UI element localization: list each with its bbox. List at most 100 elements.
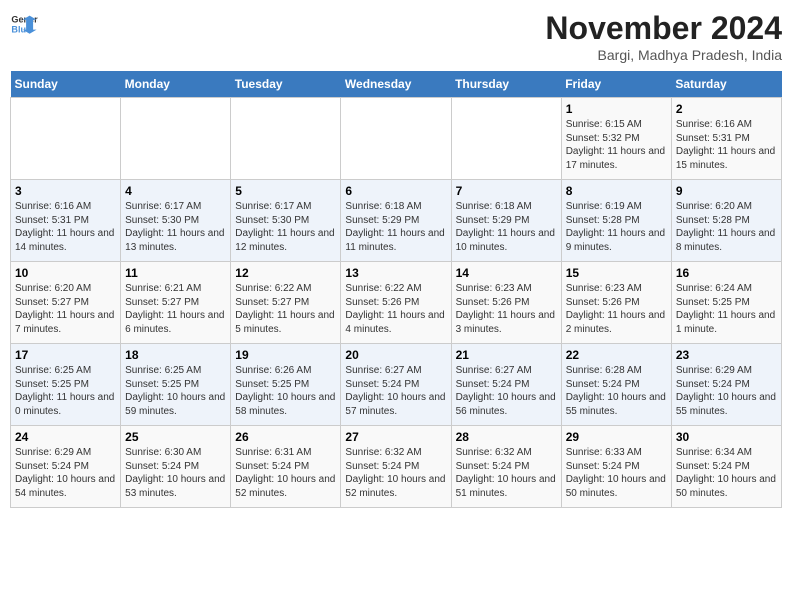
calendar-cell: 12Sunrise: 6:22 AM Sunset: 5:27 PM Dayli… [231,262,341,344]
calendar-cell: 19 Sunrise: 6:26 AM Sunset: 5:25 PM Dayli… [231,344,341,426]
day-number: 25 [125,430,226,444]
day-number: 1 [566,102,667,116]
day-number: 11 [125,266,226,280]
calendar-cell: 26Sunrise: 6:31 AM Sunset: 5:24 PM Dayli… [231,426,341,508]
day-info: Sunrise: 6:20 AM Sunset: 5:27 PM Dayligh… [15,282,116,336]
day-info: Sunrise: 6:24 AM Sunset: 5:25 PM Dayligh… [676,282,777,336]
day-number: 17 [15,348,116,362]
calendar-cell: 21Sunrise: 6:27 AM Sunset: 5:24 PM Dayli… [451,344,561,426]
calendar-cell [121,98,231,180]
day-info: Sunrise: 6:32 AM Sunset: 5:24 PM Dayligh… [345,446,446,500]
day-number: 28 [456,430,557,444]
day-info: Sunrise: 6:28 AM Sunset: 5:24 PM Dayligh… [566,364,667,418]
month-title: November 2024 [545,10,782,47]
day-info: Sunrise: 6:30 AM Sunset: 5:24 PM Dayligh… [125,446,226,500]
calendar-cell: 13 Sunrise: 6:22 AM Sunset: 5:26 PM Dayli… [341,262,451,344]
calendar-cell: 10 Sunrise: 6:20 AM Sunset: 5:27 PM Dayli… [11,262,121,344]
calendar-cell: 14 Sunrise: 6:23 AM Sunset: 5:26 PM Dayli… [451,262,561,344]
day-number: 16 [676,266,777,280]
day-info: Sunrise: 6:27 AM Sunset: 5:24 PM Dayligh… [345,364,446,418]
day-info: Sunrise: 6:16 AM Sunset: 5:31 PM Dayligh… [15,200,116,254]
title-area: November 2024 Bargi, Madhya Pradesh, Ind… [545,10,782,63]
calendar-cell [11,98,121,180]
day-info: Sunrise: 6:17 AM Sunset: 5:30 PM Dayligh… [125,200,226,254]
calendar-week-2: 3 Sunrise: 6:16 AM Sunset: 5:31 PM Daylig… [11,180,782,262]
calendar-cell [451,98,561,180]
day-info: Sunrise: 6:23 AM Sunset: 5:26 PM Dayligh… [566,282,667,336]
day-number: 3 [15,184,116,198]
day-number: 20 [345,348,446,362]
calendar-cell: 18 Sunrise: 6:25 AM Sunset: 5:25 PM Dayli… [121,344,231,426]
day-info: Sunrise: 6:16 AM Sunset: 5:31 PM Dayligh… [676,118,777,172]
calendar-cell: 20 Sunrise: 6:27 AM Sunset: 5:24 PM Dayli… [341,344,451,426]
day-number: 23 [676,348,777,362]
calendar-cell: 6 Sunrise: 6:18 AM Sunset: 5:29 PM Daylig… [341,180,451,262]
day-number: 21 [456,348,557,362]
day-number: 18 [125,348,226,362]
day-number: 15 [566,266,667,280]
day-number: 29 [566,430,667,444]
calendar-cell: 28 Sunrise: 6:32 AM Sunset: 5:24 PM Dayli… [451,426,561,508]
day-number: 6 [345,184,446,198]
calendar-cell: 16 Sunrise: 6:24 AM Sunset: 5:25 PM Dayli… [671,262,781,344]
day-info: Sunrise: 6:22 AM Sunset: 5:26 PM Dayligh… [345,282,446,336]
calendar-cell: 11 Sunrise: 6:21 AM Sunset: 5:27 PM Dayli… [121,262,231,344]
day-info: Sunrise: 6:26 AM Sunset: 5:25 PM Dayligh… [235,364,336,418]
day-info: Sunrise: 6:29 AM Sunset: 5:24 PM Dayligh… [15,446,116,500]
day-info: Sunrise: 6:25 AM Sunset: 5:25 PM Dayligh… [15,364,116,418]
calendar-cell [341,98,451,180]
calendar-cell: 5 Sunrise: 6:17 AM Sunset: 5:30 PM Daylig… [231,180,341,262]
day-number: 19 [235,348,336,362]
location: Bargi, Madhya Pradesh, India [545,47,782,63]
calendar-cell: 15 Sunrise: 6:23 AM Sunset: 5:26 PM Dayli… [561,262,671,344]
day-number: 5 [235,184,336,198]
calendar-week-3: 10 Sunrise: 6:20 AM Sunset: 5:27 PM Dayli… [11,262,782,344]
day-number: 24 [15,430,116,444]
calendar-cell: 3 Sunrise: 6:16 AM Sunset: 5:31 PM Daylig… [11,180,121,262]
logo: General Blue [10,10,38,38]
weekday-header-saturday: Saturday [671,71,781,98]
calendar-cell: 24 Sunrise: 6:29 AM Sunset: 5:24 PM Dayli… [11,426,121,508]
day-number: 13 [345,266,446,280]
weekday-header-wednesday: Wednesday [341,71,451,98]
day-info: Sunrise: 6:20 AM Sunset: 5:28 PM Dayligh… [676,200,777,254]
calendar-cell: 25 Sunrise: 6:30 AM Sunset: 5:24 PM Dayli… [121,426,231,508]
day-info: Sunrise: 6:19 AM Sunset: 5:28 PM Dayligh… [566,200,667,254]
calendar-cell: 4 Sunrise: 6:17 AM Sunset: 5:30 PM Daylig… [121,180,231,262]
day-info: Sunrise: 6:18 AM Sunset: 5:29 PM Dayligh… [456,200,557,254]
day-number: 9 [676,184,777,198]
day-info: Sunrise: 6:25 AM Sunset: 5:25 PM Dayligh… [125,364,226,418]
day-info: Sunrise: 6:29 AM Sunset: 5:24 PM Dayligh… [676,364,777,418]
calendar-cell: 17 Sunrise: 6:25 AM Sunset: 5:25 PM Dayli… [11,344,121,426]
calendar-cell: 7 Sunrise: 6:18 AM Sunset: 5:29 PM Daylig… [451,180,561,262]
day-number: 14 [456,266,557,280]
calendar-cell: 22 Sunrise: 6:28 AM Sunset: 5:24 PM Dayli… [561,344,671,426]
day-info: Sunrise: 6:32 AM Sunset: 5:24 PM Dayligh… [456,446,557,500]
calendar-table: SundayMondayTuesdayWednesdayThursdayFrid… [10,71,782,508]
day-number: 4 [125,184,226,198]
calendar-week-4: 17 Sunrise: 6:25 AM Sunset: 5:25 PM Dayli… [11,344,782,426]
day-number: 7 [456,184,557,198]
day-info: Sunrise: 6:31 AM Sunset: 5:24 PM Dayligh… [235,446,336,500]
day-number: 22 [566,348,667,362]
day-number: 2 [676,102,777,116]
calendar-cell: 8Sunrise: 6:19 AM Sunset: 5:28 PM Daylig… [561,180,671,262]
logo-icon: General Blue [10,10,38,38]
calendar-cell: 23 Sunrise: 6:29 AM Sunset: 5:24 PM Dayli… [671,344,781,426]
weekday-header-friday: Friday [561,71,671,98]
day-info: Sunrise: 6:23 AM Sunset: 5:26 PM Dayligh… [456,282,557,336]
day-number: 10 [15,266,116,280]
header: General Blue November 2024 Bargi, Madhya… [10,10,782,63]
day-info: Sunrise: 6:34 AM Sunset: 5:24 PM Dayligh… [676,446,777,500]
calendar-cell [231,98,341,180]
calendar-cell: 9 Sunrise: 6:20 AM Sunset: 5:28 PM Daylig… [671,180,781,262]
weekday-header-thursday: Thursday [451,71,561,98]
day-number: 12 [235,266,336,280]
day-info: Sunrise: 6:17 AM Sunset: 5:30 PM Dayligh… [235,200,336,254]
calendar-cell: 27Sunrise: 6:32 AM Sunset: 5:24 PM Dayli… [341,426,451,508]
day-info: Sunrise: 6:33 AM Sunset: 5:24 PM Dayligh… [566,446,667,500]
day-info: Sunrise: 6:21 AM Sunset: 5:27 PM Dayligh… [125,282,226,336]
day-info: Sunrise: 6:18 AM Sunset: 5:29 PM Dayligh… [345,200,446,254]
weekday-header-monday: Monday [121,71,231,98]
weekday-header-tuesday: Tuesday [231,71,341,98]
